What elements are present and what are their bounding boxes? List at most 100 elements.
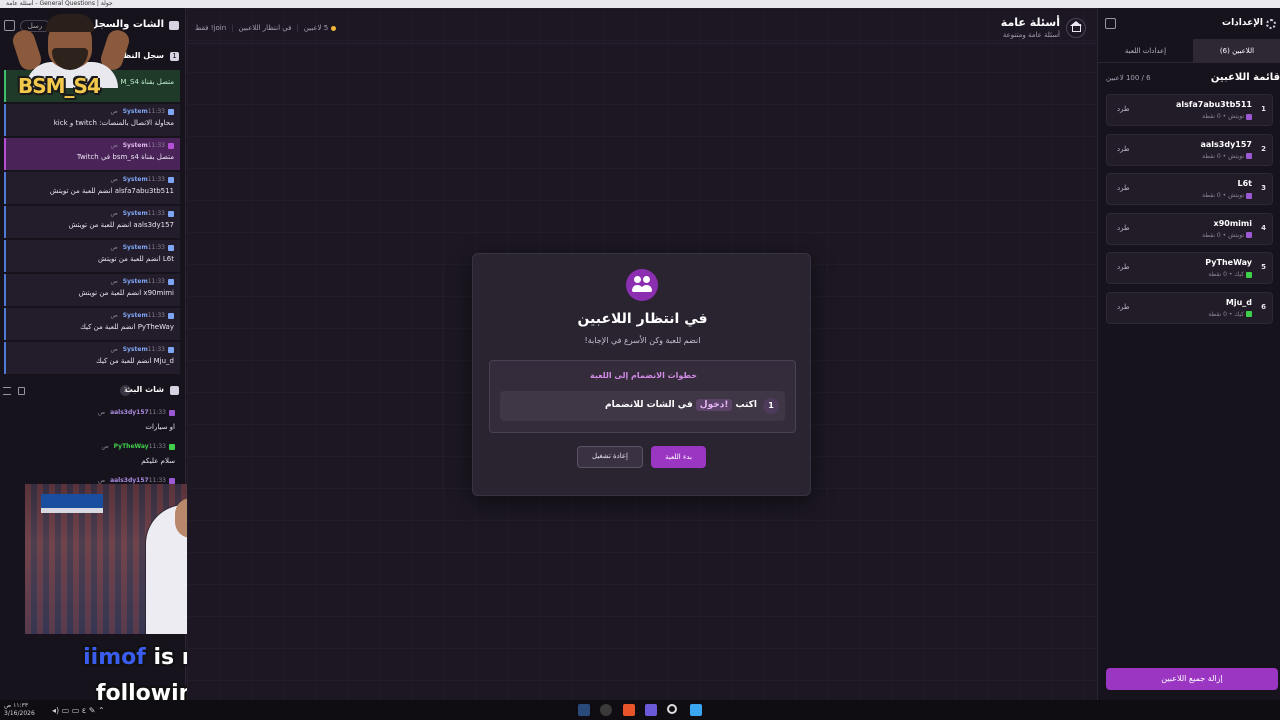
remove-all-players-button[interactable]: إزالة جميع اللاعبين (1106, 668, 1278, 690)
search-icon[interactable] (667, 704, 677, 714)
discord-icon[interactable] (645, 704, 657, 716)
log-entry-meta: System11:33 ص (111, 312, 174, 319)
player-platform: كيك (1234, 310, 1244, 318)
player-index: 6 (1261, 302, 1266, 311)
chat-message: aals3dy15711:33 ص او سيارات (15, 409, 175, 431)
system-badge-icon (168, 176, 174, 183)
settings-tabs: إعدادات اللعبة اللاعبين (6) (1098, 39, 1280, 63)
home-button[interactable] (1066, 18, 1086, 38)
windows-taskbar: ١١:٣٣ ص 3/16/2026 ◂) ▭ ▭ ε ✎ ⌃ (0, 700, 1280, 720)
chat-username[interactable]: aals3dy157 (110, 477, 149, 484)
player-index: 4 (1261, 223, 1266, 232)
stream-chat-title: شات البث (124, 385, 164, 394)
chat-message-meta: aals3dy15711:33 ص (15, 477, 175, 484)
log-entry: System11:33 ص L6t انضم للعبة من تويتش (4, 240, 180, 272)
player-index: 5 (1261, 263, 1266, 271)
kick-player-button[interactable]: طرد (1117, 184, 1130, 192)
separator-dot: • (1220, 113, 1229, 120)
brave-icon[interactable] (623, 704, 635, 716)
tab-game-settings[interactable]: إعدادات اللعبة (1098, 39, 1193, 63)
log-entry: System11:33 ص محاولة الاتصال بالمنصات: tw… (4, 104, 180, 136)
player-row: 1 alsfa7abu3tb511 تويتش • 0 نقطة طرد (1106, 94, 1273, 126)
kick-player-button[interactable]: طرد (1117, 224, 1130, 232)
player-index: 2 (1261, 144, 1266, 153)
log-message: x90mimi انضم للعبة من تويتش (78, 289, 174, 297)
log-sender: System (122, 176, 148, 183)
windows-start-icon[interactable] (690, 704, 702, 716)
follow-alert-user: iimof (83, 645, 146, 670)
status-join-command: join! فقط (195, 24, 227, 32)
log-entry: System11:33 ص متصل بقناة bsm_s4 في Twitch (4, 138, 180, 170)
menu-icon[interactable] (3, 387, 11, 395)
log-message: PyTheWay انضم للعبة من كيك (80, 323, 174, 331)
player-info: تويتش • 0 نقطة (1202, 153, 1252, 160)
start-game-button[interactable]: بدء اللعبة (651, 446, 706, 468)
twitch-icon (1246, 113, 1252, 120)
player-platform: تويتش (1228, 231, 1244, 239)
collapse-panel-icon[interactable] (1105, 18, 1116, 29)
obs-icon[interactable] (600, 704, 612, 716)
player-row: 3 L6t تويتش • 0 نقطة طرد (1106, 173, 1273, 205)
join-step-row: 1 اكتب!دخولفي الشات للانضمام (500, 391, 785, 421)
log-sender: System (122, 312, 148, 319)
player-info: تويتش • 0 نقطة (1202, 192, 1252, 199)
log-entry-meta: System11:33 ص (111, 346, 174, 353)
step-suffix: في الشات للانضمام (605, 400, 693, 410)
taskbar-clock[interactable]: ١١:٣٣ ص 3/16/2026 (4, 702, 35, 718)
log-entry: System11:33 ص x90mimi انضم للعبة من تويتش (4, 274, 180, 306)
stream-chat-header: 3 شات البث (0, 384, 186, 398)
log-message: محاولة الاتصال بالمنصات: twitch و kick (53, 119, 174, 127)
system-badge-icon (168, 312, 174, 319)
twitch-icon (1246, 192, 1252, 199)
twitch-icon (1246, 232, 1252, 238)
settings-header: الإعدادات (1098, 14, 1280, 34)
log-sender: System (122, 142, 148, 149)
kick-player-button[interactable]: طرد (1117, 263, 1130, 271)
log-sender: System (122, 346, 148, 353)
log-entry: System11:33 ص PyTheWay انضم للعبة من كيك (4, 308, 180, 340)
chat-username[interactable]: aals3dy157 (110, 409, 149, 416)
join-command-keyword: !دخول (695, 399, 733, 411)
chat-username[interactable]: PyTheWay (114, 443, 149, 450)
twitch-icon (169, 477, 175, 484)
waiting-players-card: في انتظار اللاعبين انضم للعبة وكن الأسرع… (472, 253, 811, 496)
log-sender: System (122, 278, 148, 285)
restart-button[interactable]: إعادة تشغيل (577, 446, 643, 468)
steam-icon[interactable] (578, 704, 590, 716)
player-index: 3 (1261, 184, 1266, 192)
log-entry: System11:33 ص Mju_d انضم للعبة من كيك (4, 342, 180, 374)
game-header: 5 لاعبين | في انتظار اللاعبين | join! فقط أس… (187, 8, 1096, 44)
users-icon (626, 269, 658, 301)
player-row: 4 x90mimi تويتش • 0 نقطة طرد (1106, 212, 1273, 245)
status-separator: | (231, 24, 234, 32)
kick-player-button[interactable]: طرد (1117, 145, 1130, 153)
tab-players[interactable]: اللاعبين (6) (1193, 39, 1280, 63)
status-players: 5 لاعبين (303, 24, 329, 32)
log-count-badge: 1 (170, 52, 179, 61)
player-platform: تويتش (1228, 152, 1244, 160)
log-entry-meta: System11:33 ص (111, 278, 174, 285)
log-message: متصل بقناة bsm_s4 في Twitch (76, 153, 174, 161)
log-sender: System (122, 210, 148, 217)
log-entry-meta: System11:33 ص (111, 176, 174, 183)
kick-player-button[interactable]: طرد (1117, 105, 1130, 113)
chat-text: او سيارات (145, 423, 175, 431)
player-info: كيك • 0 نقطة (1208, 311, 1252, 318)
player-points: 0 نقطة (1202, 231, 1221, 239)
player-name: aals3dy157 (1200, 139, 1252, 149)
player-row: 2 aals3dy157 تويتش • 0 نقطة طرد (1106, 133, 1273, 166)
kick-player-button[interactable]: طرد (1117, 303, 1130, 311)
chat-message: PyTheWay11:33 ص سلام عليكم (15, 443, 175, 465)
settings-panel: الإعدادات إعدادات اللعبة اللاعبين (6) 6 … (1097, 8, 1280, 700)
game-title: أسئلة عامة (1000, 16, 1060, 29)
chat-message-meta: aals3dy15711:33 ص (15, 409, 175, 416)
player-points: 0 نقطة (1208, 271, 1227, 278)
player-name: x90mimi (1213, 218, 1252, 228)
settings-title: الإعدادات (1222, 18, 1263, 28)
log-message: Mju_d انضم للعبة من كيك (95, 357, 174, 365)
taskbar-time: ١١:٣٣ ص (4, 702, 29, 709)
waiting-subtitle: انضم للعبة وكن الأسرع في الإجابة! (584, 336, 701, 345)
tray-icons[interactable]: ◂) ▭ ▭ ε ✎ ⌃ (52, 706, 105, 715)
system-badge-icon (168, 108, 174, 115)
trash-icon[interactable] (18, 387, 25, 395)
